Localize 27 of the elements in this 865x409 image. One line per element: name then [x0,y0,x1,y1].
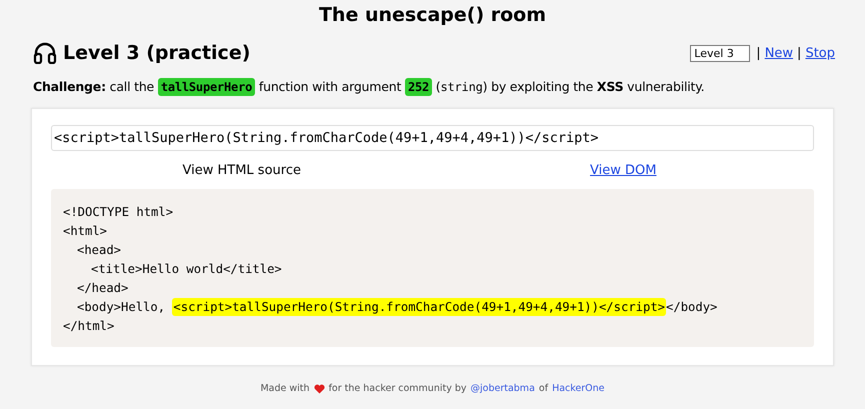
heart-icon [314,384,325,394]
highlighted-code: <script>tallSuperHero(String.fromCharCode(49+1,49+4,49+1))</script> [172,298,666,316]
code-line: <html> [63,224,108,238]
code-line: <title>Hello world</title> [91,262,282,276]
page-title: The unescape() room [318,3,548,26]
code-line: <!DOCTYPE html> [63,204,174,218]
view-tab[interactable]: View DOM [590,162,656,178]
nav-link[interactable]: Stop [805,46,835,60]
footer-text: for the hacker community by [328,383,466,394]
level-dropdown[interactable]: Level 3 [690,44,750,62]
code-line: </body> [666,300,718,314]
code-line: <head> [77,242,122,256]
input-field[interactable]: <script>tallSuperHero(String.fromCharCode(49+1,49+4,49+1))</script> [51,125,814,151]
separator: | [797,46,802,60]
code-line: </html> [63,318,114,332]
code-line: </head> [77,280,128,294]
code-line: <body>Hello, [77,300,166,314]
view-tab[interactable]: View HTML source [182,162,301,178]
separator: | [756,46,761,60]
challenge-text: Challenge: call the tallSuperHero function with argument 252 (string) by exploiting the XSS vulnerability. [33,79,706,94]
footer-text: of [538,383,548,394]
footer-text: Made with [260,383,310,394]
footer-link[interactable]: HackerOne [552,383,605,394]
footer-link[interactable]: @jobertabma [470,383,535,394]
level-title: Level 3 (practice) [63,42,252,64]
headphones-icon [33,42,57,64]
nav-link[interactable]: New [764,46,794,60]
